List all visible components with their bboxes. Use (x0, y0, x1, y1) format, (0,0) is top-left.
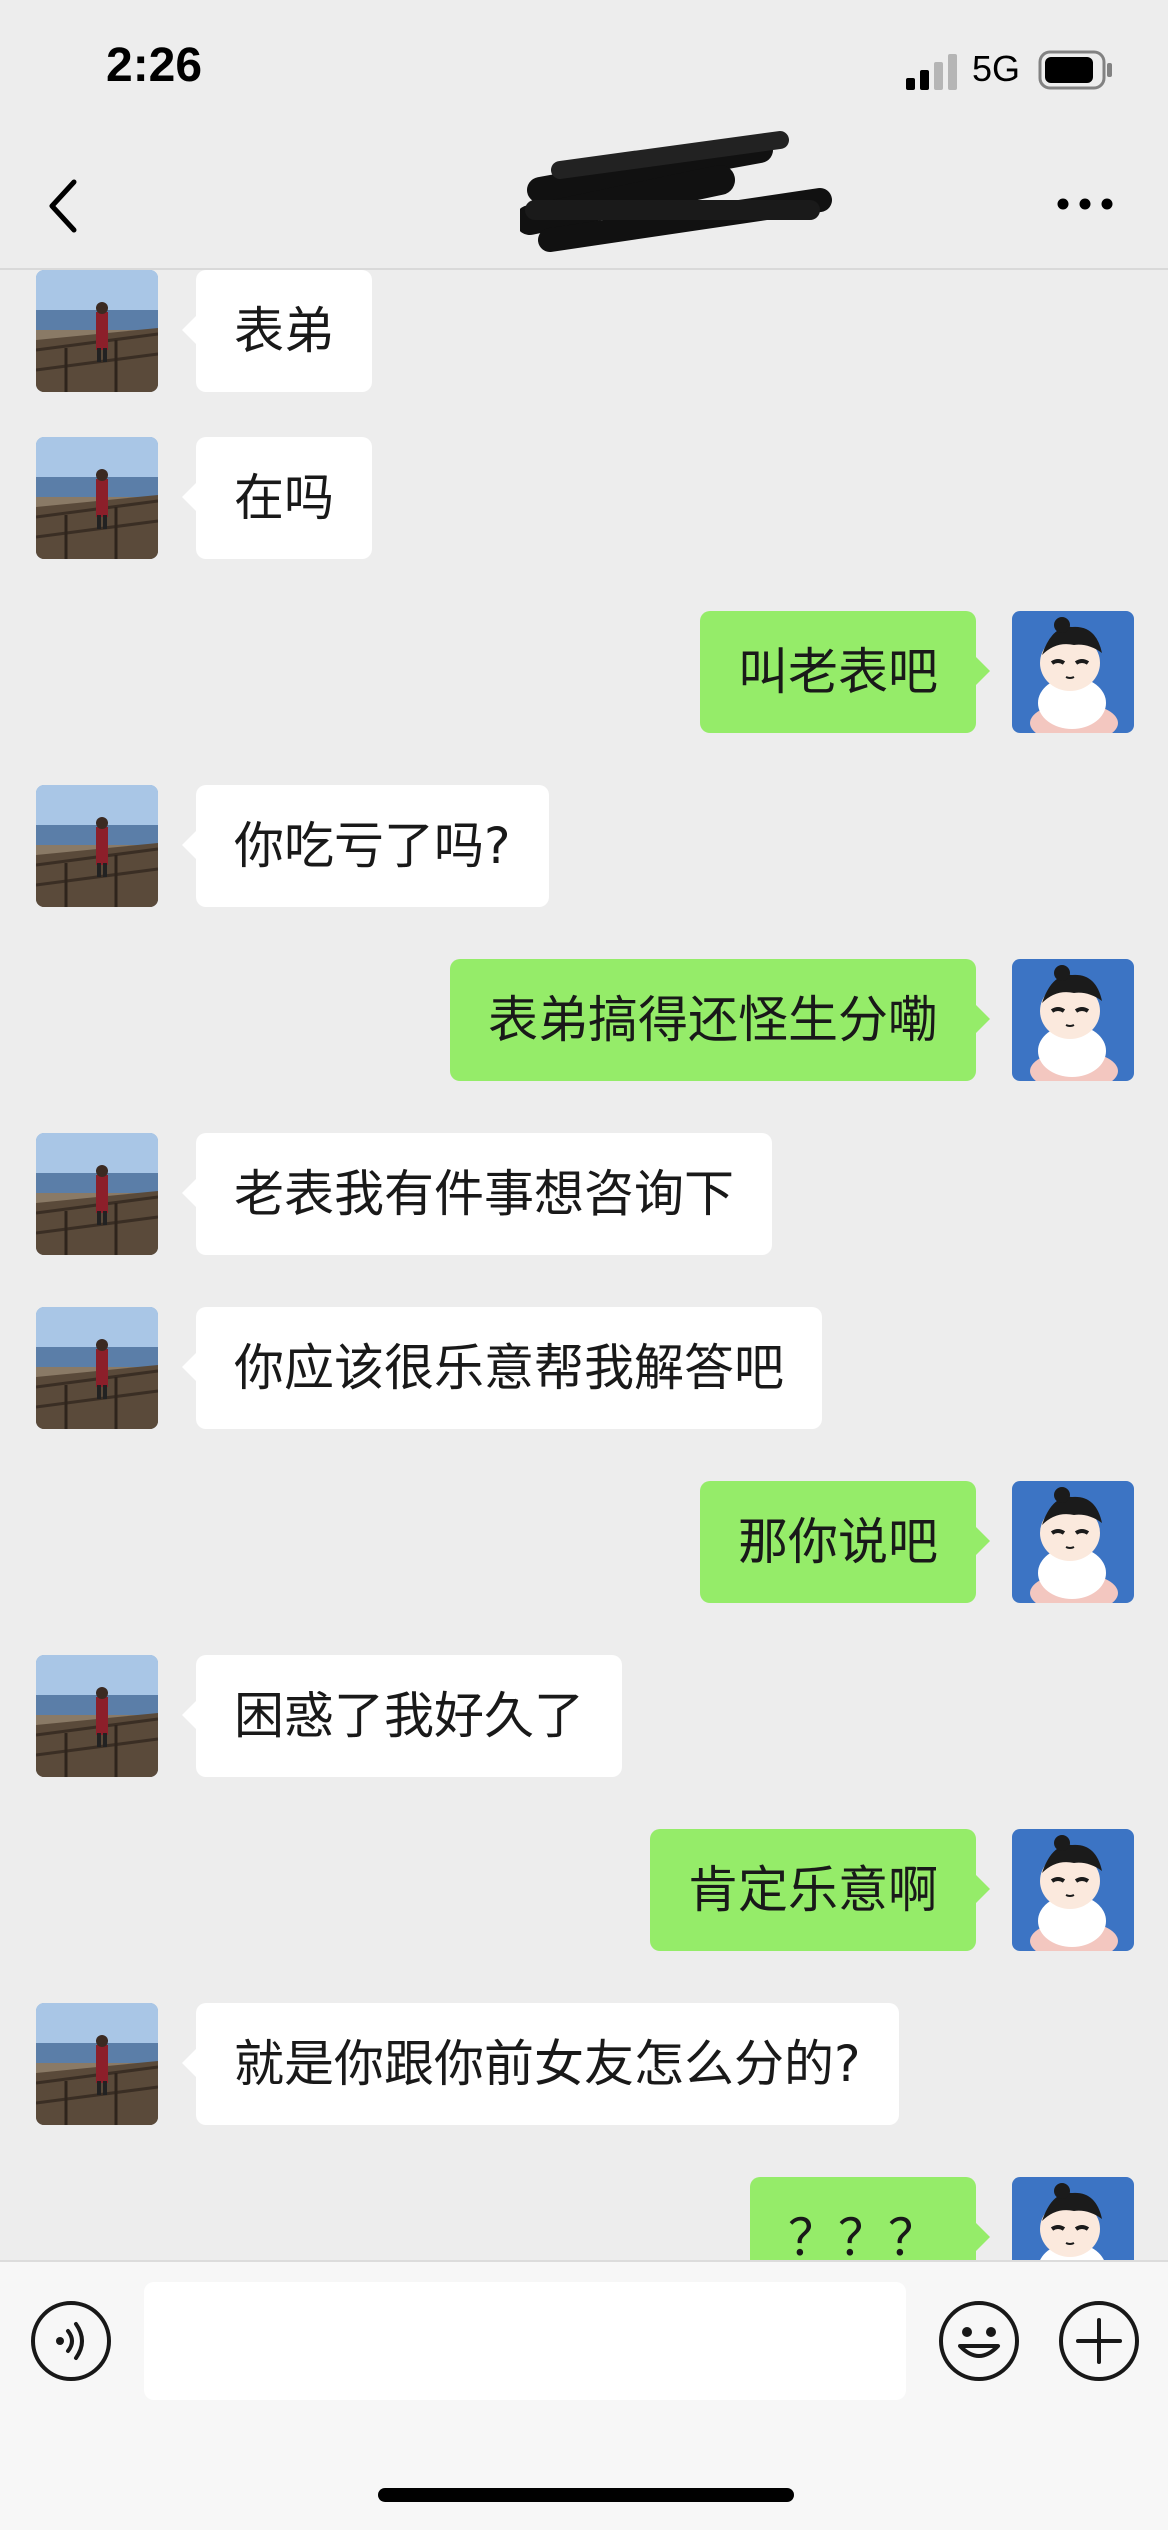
message-sent: 肯定乐意啊 (0, 1829, 1168, 1953)
message-input[interactable] (144, 2282, 906, 2400)
chat-message-list[interactable]: 表弟 在吗 叫老表吧 你吃亏了吗? 表弟搞得还怪生分嘞 老表我有件事想咨询下 你… (0, 270, 1168, 2260)
message-received: 困惑了我好久了 (0, 1655, 1168, 1779)
contact-avatar[interactable] (36, 1307, 158, 1429)
status-time: 2:26 (106, 39, 203, 92)
chat-header (0, 131, 1168, 270)
message-received: 老表我有件事想咨询下 (0, 1133, 1168, 1257)
voice-icon[interactable] (30, 2300, 112, 2382)
user-avatar[interactable] (1012, 2177, 1134, 2260)
cellular-signal-icon (906, 54, 957, 90)
message-received: 就是你跟你前女友怎么分的? (0, 2003, 1168, 2127)
home-indicator[interactable] (378, 2488, 794, 2502)
message-received: 你应该很乐意帮我解答吧 (0, 1307, 1168, 1431)
message-bubble[interactable]: 叫老表吧 (700, 611, 990, 733)
message-bubble[interactable]: 肯定乐意啊 (650, 1829, 990, 1951)
emoji-icon[interactable] (938, 2300, 1020, 2382)
contact-avatar[interactable] (36, 1655, 158, 1777)
message-sent: 表弟搞得还怪生分嘞 (0, 959, 1168, 1083)
user-avatar[interactable] (1012, 959, 1134, 1081)
user-avatar[interactable] (1012, 1829, 1134, 1951)
battery-icon (1038, 50, 1112, 90)
message-bubble[interactable]: 老表我有件事想咨询下 (182, 1133, 772, 1255)
contact-avatar[interactable] (36, 270, 158, 392)
user-avatar[interactable] (1012, 611, 1134, 733)
plus-icon[interactable] (1058, 2300, 1140, 2382)
message-sent: 叫老表吧 (0, 611, 1168, 735)
message-bubble[interactable]: 你应该很乐意帮我解答吧 (182, 1307, 822, 1429)
message-bubble[interactable]: 困惑了我好久了 (182, 1655, 622, 1777)
user-avatar[interactable] (1012, 1481, 1134, 1603)
message-bubble[interactable]: 表弟搞得还怪生分嘞 (450, 959, 990, 1081)
more-dots-icon[interactable] (1056, 194, 1114, 214)
chevron-left-icon[interactable] (44, 176, 84, 236)
message-bubble[interactable]: 在吗 (182, 437, 372, 559)
message-bubble[interactable]: 表弟 (182, 270, 372, 392)
contact-avatar[interactable] (36, 1133, 158, 1255)
redacted-contact-name (520, 131, 832, 252)
message-received: 表弟 (0, 270, 1168, 394)
network-type: 5G (972, 48, 1021, 89)
message-bubble[interactable]: 你吃亏了吗? (182, 785, 549, 907)
message-bubble[interactable]: 那你说吧 (700, 1481, 990, 1603)
message-sent: 那你说吧 (0, 1481, 1168, 1605)
message-bubble[interactable]: 就是你跟你前女友怎么分的? (182, 2003, 899, 2125)
contact-avatar[interactable] (36, 785, 158, 907)
contact-avatar[interactable] (36, 2003, 158, 2125)
message-received: 在吗 (0, 437, 1168, 561)
message-sent: ？？？ (0, 2177, 1168, 2260)
message-bubble[interactable]: ？？？ (750, 2177, 990, 2260)
contact-avatar[interactable] (36, 437, 158, 559)
message-received: 你吃亏了吗? (0, 785, 1168, 909)
